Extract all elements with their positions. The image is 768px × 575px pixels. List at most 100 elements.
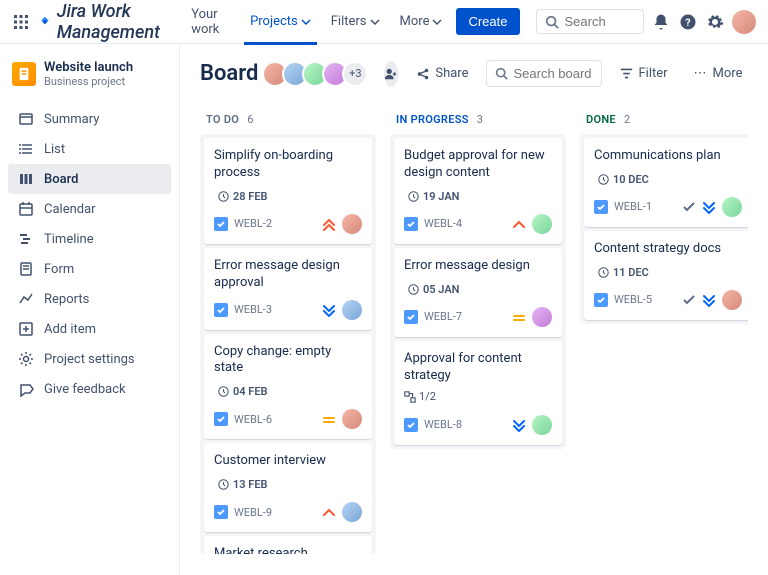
card-title: Budget approval for new design content (404, 148, 552, 182)
sidebar-item-calendar[interactable]: Calendar (8, 194, 171, 224)
column-todo: TO DO6 Simplify on-boarding process 28 FE… (200, 105, 376, 554)
task-icon (406, 420, 416, 430)
column-header[interactable]: DONE2 (580, 105, 748, 134)
assignee-avatar[interactable] (722, 197, 742, 217)
avatar-stack[interactable]: +3 (268, 61, 368, 87)
sidebar-item-summary[interactable]: Summary (8, 104, 171, 134)
add-people-button[interactable] (384, 61, 398, 87)
clock-icon (598, 174, 609, 185)
priority-lowest-icon (702, 200, 716, 214)
sidebar-item-project-settings[interactable]: Project settings (8, 344, 171, 374)
global-search[interactable] (536, 9, 644, 34)
board-header: Board +3 Share Filter ⋯More (200, 60, 748, 87)
card-title: Customer interview (214, 453, 362, 470)
card-title: Communications plan (594, 148, 742, 165)
issue-type-icon (594, 293, 608, 307)
global-search-input[interactable] (565, 14, 635, 29)
column-count: 3 (477, 113, 483, 126)
card[interactable]: Content strategy docs 11 DECWEBL-5 (584, 231, 748, 320)
column-label: IN PROGRESS (396, 113, 469, 126)
card[interactable]: Communications plan 10 DEC WEBL-1 (584, 138, 748, 227)
priority-lowest-icon (702, 293, 716, 307)
assignee-avatar[interactable] (342, 502, 362, 522)
card[interactable]: Customer interview 13 FEBWEBL-9 (204, 443, 372, 532)
sidebar-item-board[interactable]: Board (8, 164, 171, 194)
card-key: WEBL-6 (234, 413, 272, 426)
sidebar-icon (18, 231, 34, 247)
card[interactable]: Approval for content strategy 1/2WEBL-8 (394, 341, 562, 445)
nav-more[interactable]: More (394, 10, 449, 33)
assignee-avatar[interactable] (532, 214, 552, 234)
card-date: 19 JAN (404, 188, 463, 205)
search-board[interactable] (486, 60, 602, 87)
filter-button[interactable]: Filter (612, 61, 675, 86)
card-date: 05 JAN (404, 281, 463, 298)
app-switcher[interactable] (12, 8, 31, 36)
card-key: WEBL-2 (234, 217, 272, 230)
product-logo[interactable]: Jira Work Management (39, 1, 177, 43)
assignee-avatar[interactable] (532, 415, 552, 435)
sidebar-item-label: Board (44, 172, 78, 187)
card-key: WEBL-9 (234, 506, 272, 519)
issue-type-icon (594, 200, 608, 214)
sidebar-item-add-item[interactable]: Add item (8, 314, 171, 344)
subtask-icon (404, 391, 416, 403)
help-button[interactable]: ? (678, 8, 697, 36)
assignee-avatar[interactable] (532, 307, 552, 327)
card[interactable]: Market research 28 NOVWEBL-10 (204, 536, 372, 554)
gear-icon (706, 13, 724, 31)
sidebar: Website launch Business project Summary L… (0, 44, 180, 575)
priority-high-icon (512, 217, 526, 231)
sidebar-item-label: List (44, 142, 65, 157)
card-key: WEBL-3 (234, 303, 272, 316)
column-header[interactable]: IN PROGRESS 3 (390, 105, 566, 134)
sidebar-item-give-feedback[interactable]: Give feedback (8, 374, 171, 404)
card-key: WEBL-4 (424, 217, 462, 230)
clock-icon (408, 284, 419, 295)
settings-button[interactable] (705, 8, 724, 36)
sidebar-item-timeline[interactable]: Timeline (8, 224, 171, 254)
priority-lowest-icon (512, 418, 526, 432)
column-done: DONE2 Communications plan 10 DEC WEBL-1 Con… (580, 105, 748, 554)
card-key: WEBL-1 (614, 200, 652, 213)
profile-avatar[interactable] (732, 10, 756, 34)
card[interactable]: Budget approval for new design content 1… (394, 138, 562, 244)
issue-type-icon (214, 412, 228, 426)
sidebar-icon (18, 321, 34, 337)
sidebar-item-reports[interactable]: Reports (8, 284, 171, 314)
create-button[interactable]: Create (456, 8, 519, 35)
avatar-overflow[interactable]: +3 (342, 61, 368, 87)
card-date: 10 DEC (594, 171, 653, 188)
help-icon: ? (679, 13, 697, 31)
sidebar-item-form[interactable]: Form (8, 254, 171, 284)
project-icon (12, 62, 36, 86)
column-header[interactable]: TO DO6 (200, 105, 376, 134)
notifications-button[interactable] (652, 8, 671, 36)
card-title: Market research (214, 546, 362, 554)
assignee-avatar[interactable] (342, 214, 362, 234)
assignee-avatar[interactable] (342, 300, 362, 320)
search-board-input[interactable] (513, 66, 593, 81)
assignee-avatar[interactable] (722, 290, 742, 310)
nav-your-work[interactable]: Your work (185, 3, 236, 41)
nav-filters[interactable]: Filters (325, 10, 386, 33)
assignee-avatar[interactable] (342, 409, 362, 429)
priority-medium-icon (322, 412, 336, 426)
card[interactable]: Error message design 05 JANWEBL-7 (394, 248, 562, 337)
card[interactable]: Error message design approvalWEBL-3 (204, 248, 372, 330)
svg-text:?: ? (685, 15, 690, 28)
sidebar-item-list[interactable]: List (8, 134, 171, 164)
card[interactable]: Simplify on-boarding process 28 FEBWEBL-… (204, 138, 372, 244)
sidebar-item-label: Calendar (44, 202, 96, 217)
issue-type-icon (404, 217, 418, 231)
share-icon (416, 67, 430, 81)
share-button[interactable]: Share (408, 61, 476, 86)
project-header[interactable]: Website launch Business project (8, 56, 171, 92)
clock-icon (218, 479, 229, 490)
column-count: 6 (247, 113, 253, 126)
card-title: Content strategy docs (594, 241, 742, 258)
more-button[interactable]: ⋯More (686, 61, 751, 86)
card-key: WEBL-7 (424, 310, 462, 323)
nav-projects[interactable]: Projects (244, 10, 317, 33)
card[interactable]: Copy change: empty state 04 FEBWEBL-6 (204, 334, 372, 440)
